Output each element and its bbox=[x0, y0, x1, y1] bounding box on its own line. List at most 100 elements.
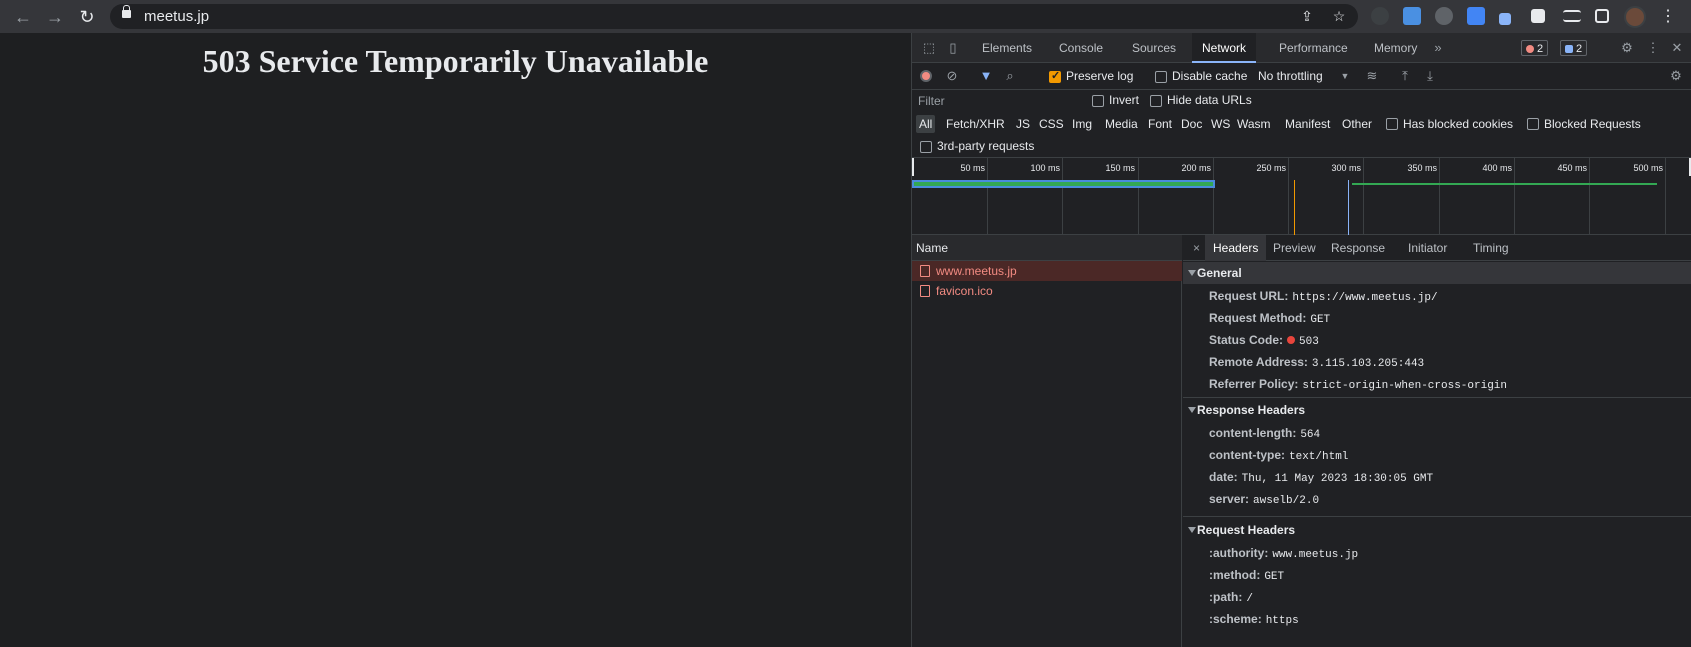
more-tabs-icon[interactable]: » bbox=[1429, 39, 1447, 57]
message-count-badge[interactable]: 2 bbox=[1560, 40, 1588, 56]
request-row[interactable]: favicon.ico bbox=[912, 281, 1182, 301]
tab-console[interactable]: Console bbox=[1049, 33, 1113, 63]
tick-line bbox=[1288, 158, 1289, 235]
share-icon[interactable]: ⇪ bbox=[1298, 7, 1316, 25]
tick-line bbox=[987, 158, 988, 235]
has-blocked-cookies-checkbox[interactable] bbox=[1386, 118, 1398, 130]
type-filter-fetch-xhr[interactable]: Fetch/XHR bbox=[943, 115, 1008, 133]
header-key: date: bbox=[1209, 470, 1238, 484]
inspect-icon[interactable]: ⬚ bbox=[920, 39, 938, 57]
extension-icon[interactable] bbox=[1499, 13, 1511, 25]
filter-icon[interactable]: ▼ bbox=[978, 68, 994, 84]
sidepanel-icon[interactable] bbox=[1595, 9, 1609, 23]
url-text[interactable]: meetus.jp bbox=[144, 8, 209, 25]
has-blocked-cookies-label: Has blocked cookies bbox=[1403, 117, 1514, 131]
tab-network[interactable]: Network bbox=[1192, 33, 1257, 63]
header-row: Referrer Policy: strict-origin-when-cross… bbox=[1209, 375, 1507, 393]
preserve-log-checkbox[interactable] bbox=[1049, 69, 1061, 83]
type-filter-js[interactable]: JS bbox=[1013, 115, 1033, 133]
details-tabs: × Headers Preview Response Initiator Tim… bbox=[1183, 235, 1691, 261]
tick-label: 500 ms bbox=[1633, 163, 1663, 173]
settings-gear-icon[interactable]: ⚙ bbox=[1618, 39, 1636, 57]
header-value: / bbox=[1246, 593, 1253, 605]
network-conditions-icon[interactable]: ≋ bbox=[1364, 68, 1380, 84]
tick-label: 450 ms bbox=[1557, 163, 1587, 173]
forward-icon[interactable]: → bbox=[44, 6, 66, 28]
error-count-badge[interactable]: 2 bbox=[1521, 40, 1549, 56]
disable-cache-checkbox[interactable] bbox=[1155, 71, 1167, 83]
type-filter-other[interactable]: Other bbox=[1339, 115, 1375, 133]
network-settings-gear-icon[interactable]: ⚙ bbox=[1668, 68, 1684, 84]
tab-elements[interactable]: Elements bbox=[972, 33, 1042, 63]
lock-icon[interactable] bbox=[122, 5, 131, 18]
record-icon[interactable] bbox=[920, 70, 932, 82]
tab-headers[interactable]: Headers bbox=[1205, 235, 1267, 261]
clear-icon[interactable]: ⊘ bbox=[944, 68, 960, 84]
avatar[interactable] bbox=[1624, 6, 1646, 28]
back-icon[interactable]: ← bbox=[12, 6, 34, 28]
header-row: :method: GET bbox=[1209, 566, 1284, 584]
more-icon[interactable]: ⋮ bbox=[1660, 6, 1676, 28]
tab-timing[interactable]: Timing bbox=[1465, 235, 1517, 261]
throttling-select[interactable]: No throttling bbox=[1258, 69, 1323, 83]
header-row: content-type: text/html bbox=[1209, 446, 1348, 464]
type-filter-media[interactable]: Media bbox=[1102, 115, 1141, 133]
request-list: Name www.meetus.jp favicon.ico bbox=[912, 235, 1182, 647]
header-row: :scheme: https bbox=[1209, 610, 1299, 628]
request-bar-download bbox=[914, 182, 1213, 186]
hide-data-urls-checkbox[interactable] bbox=[1150, 95, 1162, 107]
header-value: 503 bbox=[1299, 336, 1319, 348]
window-handle-left[interactable] bbox=[912, 158, 914, 176]
extension-icon[interactable] bbox=[1435, 7, 1453, 25]
media-icon[interactable] bbox=[1563, 10, 1581, 22]
type-filter-all[interactable]: All bbox=[916, 115, 936, 133]
invert-checkbox[interactable] bbox=[1092, 95, 1104, 107]
filter-input[interactable] bbox=[916, 92, 1081, 110]
filter-row: Invert Hide data URLs bbox=[912, 90, 1691, 112]
close-devtools-icon[interactable]: ✕ bbox=[1668, 39, 1686, 57]
export-har-icon[interactable]: ⤓ bbox=[1422, 68, 1438, 84]
third-party-row: 3rd-party requests bbox=[912, 136, 1691, 158]
invert-label: Invert bbox=[1109, 93, 1140, 107]
address-bar[interactable]: meetus.jp ⇪ ☆ bbox=[110, 4, 1358, 29]
general-section-header[interactable]: General bbox=[1183, 262, 1691, 284]
tab-sources[interactable]: Sources bbox=[1122, 33, 1186, 63]
error-count: 2 bbox=[1537, 43, 1544, 55]
name-column-header[interactable]: Name bbox=[912, 235, 1182, 261]
tab-memory[interactable]: Memory bbox=[1364, 33, 1427, 63]
devtools-tabs: ⬚ ▯ Elements Console Sources Network Per… bbox=[912, 33, 1691, 63]
star-icon[interactable]: ☆ bbox=[1330, 7, 1348, 25]
translate-extension-icon[interactable] bbox=[1467, 7, 1485, 25]
devtools-panel: ⬚ ▯ Elements Console Sources Network Per… bbox=[911, 33, 1691, 647]
more-options-icon[interactable]: ⋮ bbox=[1644, 39, 1662, 57]
extension-icon[interactable] bbox=[1371, 7, 1389, 25]
type-filter-manifest[interactable]: Manifest bbox=[1282, 115, 1333, 133]
type-filter-font[interactable]: Font bbox=[1145, 115, 1175, 133]
import-har-icon[interactable]: ⤒ bbox=[1397, 68, 1413, 84]
network-overview-timeline[interactable]: 50 ms 100 ms 150 ms 200 ms 250 ms 300 ms… bbox=[912, 158, 1691, 235]
device-toolbar-icon[interactable]: ▯ bbox=[944, 39, 962, 57]
type-filter-wasm[interactable]: Wasm bbox=[1234, 115, 1274, 133]
extension-icon[interactable] bbox=[1403, 7, 1421, 25]
search-icon[interactable]: ⌕ bbox=[1002, 68, 1018, 84]
tab-performance[interactable]: Performance bbox=[1269, 33, 1358, 63]
tab-initiator[interactable]: Initiator bbox=[1400, 235, 1455, 261]
puzzle-icon[interactable] bbox=[1531, 9, 1545, 23]
chevron-down-icon[interactable]: ▼ bbox=[1337, 68, 1353, 84]
type-filter-ws[interactable]: WS bbox=[1208, 115, 1233, 133]
response-headers-section-header[interactable]: Response Headers bbox=[1183, 399, 1691, 421]
page-title: 503 Service Temporarily Unavailable bbox=[202, 43, 709, 79]
document-icon bbox=[920, 265, 930, 277]
type-filter-img[interactable]: Img bbox=[1069, 115, 1095, 133]
type-filter-doc[interactable]: Doc bbox=[1178, 115, 1205, 133]
header-row: :authority: www.meetus.jp bbox=[1209, 544, 1358, 562]
request-row[interactable]: www.meetus.jp bbox=[912, 261, 1182, 281]
reload-icon[interactable]: ↻ bbox=[76, 6, 98, 28]
header-value: 3.115.103.205:443 bbox=[1311, 358, 1425, 370]
tab-preview[interactable]: Preview bbox=[1265, 235, 1324, 261]
type-filter-css[interactable]: CSS bbox=[1036, 115, 1067, 133]
request-headers-section-header[interactable]: Request Headers bbox=[1183, 519, 1691, 541]
tab-response[interactable]: Response bbox=[1323, 235, 1393, 261]
blocked-requests-checkbox[interactable] bbox=[1527, 118, 1539, 130]
third-party-checkbox[interactable] bbox=[920, 141, 932, 153]
